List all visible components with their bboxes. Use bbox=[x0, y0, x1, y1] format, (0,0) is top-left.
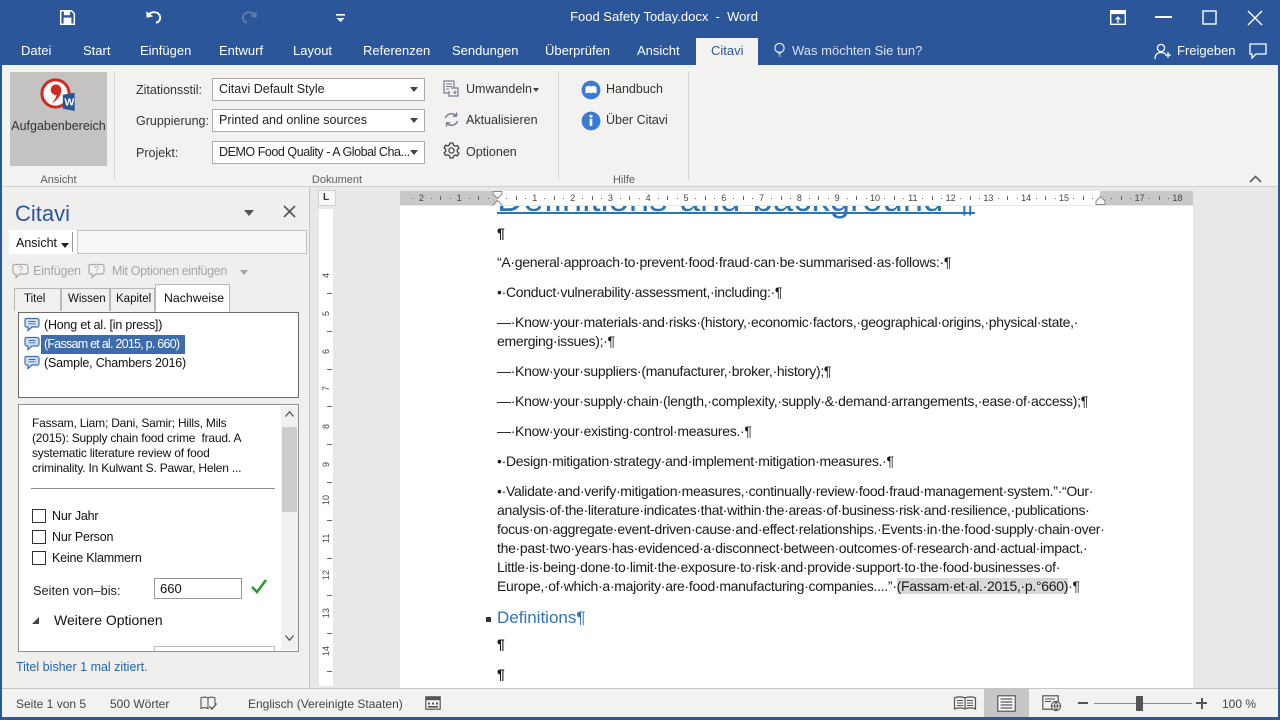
svg-text:?: ? bbox=[94, 265, 99, 275]
svg-text:W: W bbox=[64, 97, 74, 109]
svg-text:?: ? bbox=[18, 265, 23, 275]
